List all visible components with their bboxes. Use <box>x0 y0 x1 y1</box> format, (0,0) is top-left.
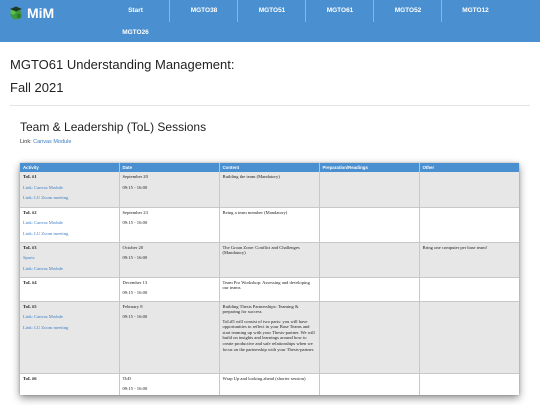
title-divider <box>10 105 530 106</box>
sessions-table: Activity Date Content Preparation/Readin… <box>20 163 519 395</box>
canvas-module-link[interactable]: Link: Canvas Module <box>23 220 116 226</box>
date-value: February 8 <box>122 303 143 309</box>
prep-cell <box>319 301 420 374</box>
date-cell: TbD 09:15 - 16:00 <box>119 373 220 395</box>
table-header-row: Activity Date Content Preparation/Readin… <box>20 163 519 172</box>
canvas-module-link[interactable]: Link: Canvas Module <box>23 314 116 320</box>
content-text: The Groan Zone: Conflict and Challenges … <box>222 244 300 256</box>
nav-mgto51[interactable]: MGTO51 <box>237 0 306 22</box>
nav-mgto52[interactable]: MGTO52 <box>373 0 442 22</box>
activity-label: ToL #1 <box>23 174 37 179</box>
page-title-line2: Fall 2021 <box>10 80 64 95</box>
content-cell: The Groan Zone: Conflict and Challenges … <box>219 242 320 278</box>
nav-mgto61[interactable]: MGTO61 <box>305 0 374 22</box>
other-cell <box>419 301 519 374</box>
other-cell <box>419 207 519 243</box>
activity-cell: ToL #6 <box>20 373 120 395</box>
date-value: October 20 <box>122 244 144 250</box>
content-cell: Wrap Up and looking ahead (shorter sessi… <box>219 373 320 395</box>
content-text: Building the team (Mandatory) <box>222 174 280 179</box>
date-value: September 20 <box>122 174 148 179</box>
content-text: Wrap Up and looking ahead (shorter sessi… <box>222 375 306 381</box>
content-text: Being a team member (Mandatory) <box>222 209 288 215</box>
zoom-meeting-link[interactable]: Link: LU Zoom meeting <box>23 195 116 201</box>
other-cell <box>419 277 519 302</box>
activity-cell: ToL #1 Link: Canvas Module Link: LU Zoom… <box>20 172 120 208</box>
time-value: 09:15 - 16:00 <box>122 220 148 226</box>
date-cell: February 8 09:15 - 16:00 <box>119 301 220 374</box>
top-nav-bar: MiM Start MGTO38 MGTO51 MGTO61 MGTO52 MG… <box>0 0 540 42</box>
grad-cap-logo-icon <box>8 6 24 20</box>
activity-label: ToL #5 <box>23 303 37 309</box>
prep-cell <box>319 242 420 278</box>
brand[interactable]: MiM <box>8 4 54 22</box>
other-cell <box>419 172 519 208</box>
activity-label: ToL #3 <box>23 244 37 250</box>
header-date: Date <box>119 163 220 172</box>
date-value: September 23 <box>122 209 148 215</box>
content-text: Team Pro Workshop: Assessing and develop… <box>222 279 310 291</box>
page-title-line1: MGTO61 Understanding Management: <box>10 57 235 72</box>
date-cell: October 20 09:15 - 16:00 <box>119 242 220 278</box>
activity-cell: ToL #5 Link: Canvas Module Link: LU Zoom… <box>20 301 120 374</box>
prep-cell <box>319 172 420 208</box>
other-cell: Bring one computer per base team! <box>419 242 519 278</box>
brand-name: MiM <box>27 5 55 21</box>
table-row: ToL #1 Link: Canvas Module Link: LU Zoom… <box>20 172 519 208</box>
activity-label: ToL #6 <box>23 375 37 381</box>
section-link-line: Link: Canvas Module <box>20 139 71 145</box>
prep-cell <box>319 373 420 395</box>
other-cell <box>419 373 519 395</box>
content-cell: Being a team member (Mandatory) <box>219 207 320 243</box>
time-value: 09:15 - 16:00 <box>122 386 148 392</box>
nav-mgto38[interactable]: MGTO38 <box>169 0 238 22</box>
nav-mgto26[interactable]: MGTO26 <box>102 22 169 44</box>
date-value: December 13 <box>122 279 148 285</box>
zoom-meeting-link[interactable]: Link: LU Zoom meeting <box>23 231 116 237</box>
header-content: Content <box>219 163 320 172</box>
date-cell: September 20 09:15 - 16:00 <box>119 172 220 208</box>
table-row: ToL #6 TbD 09:15 - 16:00 Wrap Up and loo… <box>20 373 519 395</box>
canvas-module-link[interactable]: Link: Canvas Module <box>23 185 116 191</box>
activity-label: ToL #2 <box>23 209 37 215</box>
time-value: 09:15 - 16:00 <box>122 255 148 261</box>
nav-start[interactable]: Start <box>102 0 169 22</box>
activity-cell: ToL #4 <box>20 277 120 302</box>
sessions-table-container: Activity Date Content Preparation/Readin… <box>20 163 519 395</box>
nav-mgto12[interactable]: MGTO12 <box>441 0 509 22</box>
table-row: ToL #5 Link: Canvas Module Link: LU Zoom… <box>20 301 519 374</box>
content-text: Building Thesis Partnerships: Teaming & … <box>222 303 299 315</box>
activity-cell: ToL #2 Link: Canvas Module Link: LU Zoom… <box>20 207 120 243</box>
content-cell: Building Thesis Partnerships: Teaming & … <box>219 301 320 374</box>
content-description: ToL#5 will consist of two parts: you wil… <box>222 318 315 352</box>
prep-cell <box>319 207 420 243</box>
zoom-meeting-link[interactable]: Link: LU Zoom meeting <box>23 325 116 331</box>
time-value: 09:15 - 16:00 <box>122 184 148 190</box>
sparis-link[interactable]: Sparis <box>23 255 116 261</box>
section-title: Team & Leadership (ToL) Sessions <box>20 120 207 134</box>
header-other: Other <box>419 163 519 172</box>
time-value: 09:15 - 16:00 <box>122 314 148 320</box>
table-row: ToL #4 December 13 09:15 - 16:00 Team Pr… <box>20 277 519 302</box>
activity-cell: ToL #3 Sparis Link: Canvas Module <box>20 242 120 278</box>
prep-cell <box>319 277 420 302</box>
activity-label: ToL #4 <box>23 279 37 285</box>
canvas-module-link[interactable]: Canvas Module <box>33 139 71 145</box>
date-cell: December 13 09:15 - 16:00 <box>119 277 220 302</box>
table-row: ToL #2 Link: Canvas Module Link: LU Zoom… <box>20 207 519 243</box>
date-cell: September 23 09:15 - 16:00 <box>119 207 220 243</box>
canvas-module-link[interactable]: Link: Canvas Module <box>23 266 116 272</box>
header-preparation: Preparation/Readings <box>319 163 420 172</box>
content-cell: Building the team (Mandatory) <box>219 172 320 208</box>
content-cell: Team Pro Workshop: Assessing and develop… <box>219 277 320 302</box>
date-value: TbD <box>122 375 131 381</box>
time-value: 09:15 - 16:00 <box>122 290 148 296</box>
table-row: ToL #3 Sparis Link: Canvas Module Octobe… <box>20 242 519 278</box>
link-prefix: Link: <box>20 139 32 145</box>
header-activity: Activity <box>20 163 120 172</box>
